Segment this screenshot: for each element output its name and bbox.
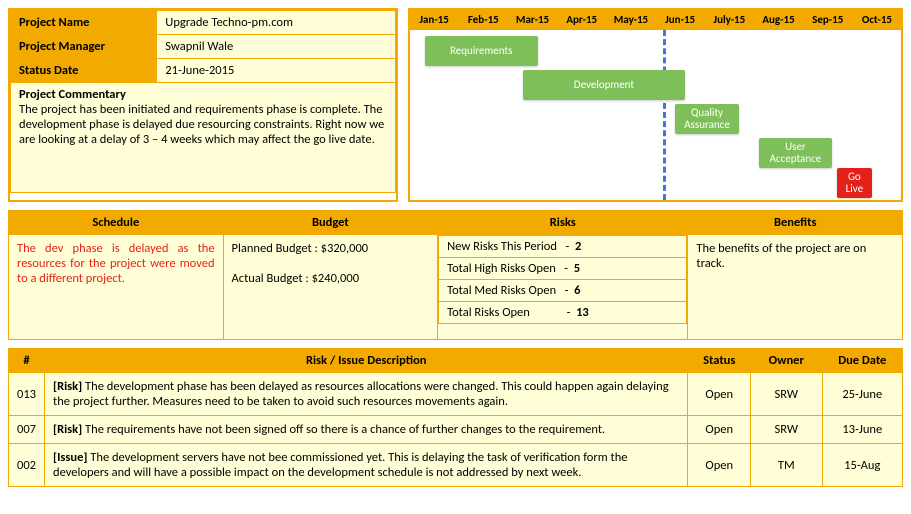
month-cell: Jun-15 xyxy=(656,10,705,30)
budget-planned-label: Planned Budget : xyxy=(232,241,318,256)
col-status: Status xyxy=(688,349,751,373)
table-row: 002 [Issue] The development servers have… xyxy=(9,444,903,487)
project-manager-value: Swapnil Wale xyxy=(157,35,396,59)
risk-row-label: Total Med Risks Open xyxy=(447,283,556,298)
risk-row-label: New Risks This Period xyxy=(447,239,557,254)
bar-development: Development xyxy=(523,70,685,100)
gantt-body: Requirements Development Quality Assuran… xyxy=(410,30,901,200)
month-cell: July-15 xyxy=(705,10,754,30)
issue-tag: [Issue] xyxy=(53,450,87,465)
risk-row-value: 6 xyxy=(574,283,580,298)
project-manager-label: Project Manager xyxy=(11,35,157,59)
month-cell: Oct-15 xyxy=(853,10,901,30)
benefits-text: The benefits of the project are on track… xyxy=(688,235,903,340)
project-name-label: Project Name xyxy=(11,11,157,35)
benefits-header: Benefits xyxy=(688,211,903,235)
budget-cell: Planned Budget : $320,000 Actual Budget … xyxy=(223,235,438,340)
risk-row-label: Total High Risks Open xyxy=(447,261,556,276)
month-cell: May-15 xyxy=(607,10,656,30)
issue-status: Open xyxy=(688,373,751,416)
issue-owner: SRW xyxy=(751,373,823,416)
col-owner: Owner xyxy=(751,349,823,373)
issue-num: 007 xyxy=(9,416,45,444)
table-row: 007 [Risk] The requirements have not bee… xyxy=(9,416,903,444)
month-cell: Feb-15 xyxy=(459,10,508,30)
status-date-label: Status Date xyxy=(11,59,157,83)
schedule-header: Schedule xyxy=(9,211,224,235)
issue-tag: [Risk] xyxy=(53,422,82,437)
col-desc: Risk / Issue Description xyxy=(45,349,688,373)
commentary-text: The project has been initiated and requi… xyxy=(19,102,384,147)
month-cell: Apr-15 xyxy=(558,10,607,30)
bar-qa: Quality Assurance xyxy=(675,104,739,134)
col-due: Due Date xyxy=(822,349,902,373)
bar-go-live: Go Live xyxy=(837,168,871,198)
project-commentary: Project Commentary The project has been … xyxy=(11,83,396,193)
table-row: 013 [Risk] The development phase has bee… xyxy=(9,373,903,416)
summary-table: Schedule Budget Risks Benefits The dev p… xyxy=(8,210,903,340)
issue-due: 25-June xyxy=(822,373,902,416)
issue-text: The development phase has been delayed a… xyxy=(53,379,669,409)
gantt-months-header: Jan-15 Feb-15 Mar-15 Apr-15 May-15 Jun-1… xyxy=(410,10,901,30)
project-info-box: Project Name Upgrade Techno-pm.com Proje… xyxy=(8,8,398,202)
issue-status: Open xyxy=(688,416,751,444)
issue-desc: [Issue] The development servers have not… xyxy=(45,444,688,487)
commentary-label: Project Commentary xyxy=(19,87,126,102)
month-cell: Jan-15 xyxy=(410,10,459,30)
month-cell: Sep-15 xyxy=(804,10,853,30)
issue-owner: TM xyxy=(751,444,823,487)
risks-header: Risks xyxy=(438,211,688,235)
month-cell: Mar-15 xyxy=(508,10,557,30)
risk-row-value: 13 xyxy=(576,305,589,320)
budget-actual-value: $240,000 xyxy=(312,271,359,286)
issue-text: The requirements have not been signed of… xyxy=(82,422,605,437)
status-date-value: 21-June-2015 xyxy=(157,59,396,83)
gantt-chart: Jan-15 Feb-15 Mar-15 Apr-15 May-15 Jun-1… xyxy=(408,8,903,202)
month-cell: Aug-15 xyxy=(754,10,803,30)
project-name-value: Upgrade Techno-pm.com xyxy=(157,11,396,35)
risk-row-value: 5 xyxy=(574,261,580,276)
budget-planned-value: $320,000 xyxy=(321,241,368,256)
issue-tag: [Risk] xyxy=(53,379,82,394)
issue-due: 15-Aug xyxy=(822,444,902,487)
risk-row-label: Total Risks Open xyxy=(447,305,530,320)
issue-status: Open xyxy=(688,444,751,487)
risks-cell: New Risks This Period - 2 Total High Ris… xyxy=(438,235,688,340)
issue-num: 013 xyxy=(9,373,45,416)
issue-text: The development servers have not bee com… xyxy=(53,450,627,480)
col-num: # xyxy=(9,349,45,373)
bar-requirements: Requirements xyxy=(425,36,538,66)
issues-table: # Risk / Issue Description Status Owner … xyxy=(8,348,903,487)
issue-desc: [Risk] The requirements have not been si… xyxy=(45,416,688,444)
today-marker-line xyxy=(663,30,666,200)
bar-ua: User Acceptance xyxy=(759,138,833,168)
budget-header: Budget xyxy=(223,211,438,235)
issue-num: 002 xyxy=(9,444,45,487)
budget-actual-label: Actual Budget : xyxy=(232,271,309,286)
schedule-text: The dev phase is delayed as the resource… xyxy=(9,235,224,340)
issue-desc: [Risk] The development phase has been de… xyxy=(45,373,688,416)
issue-owner: SRW xyxy=(751,416,823,444)
risk-row-value: 2 xyxy=(575,239,581,254)
issue-due: 13-June xyxy=(822,416,902,444)
